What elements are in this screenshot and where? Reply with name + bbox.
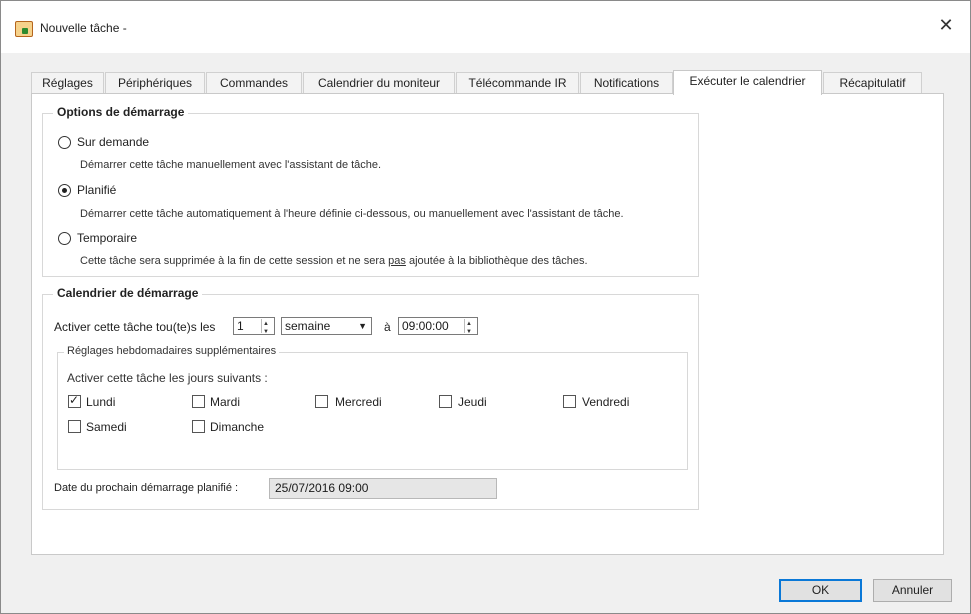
tab-commandes[interactable]: Commandes [206, 72, 302, 93]
schedule-title: Calendrier de démarrage [53, 286, 203, 300]
schedule-group: Calendrier de démarrage Activer cette tâ… [42, 286, 699, 510]
chevron-down-icon[interactable]: ▼ [358, 318, 367, 334]
title-bar: Nouvelle tâche - ✕ [1, 1, 970, 53]
interval-stepper[interactable]: 1 [233, 316, 275, 340]
temporary-desc-after: ajoutée à la bibliothèque des tâches. [405, 255, 588, 267]
window-title: Nouvelle tâche - [40, 21, 127, 35]
label-dimanche[interactable]: Dimanche [210, 420, 264, 434]
interval-spin-icon[interactable] [261, 316, 273, 340]
temporary-label[interactable]: Temporaire [77, 231, 137, 245]
on-demand-radio[interactable] [58, 136, 71, 149]
checkbox-vendredi[interactable] [563, 395, 576, 408]
temporary-desc-before: Cette tâche sera supprimée à la fin de c… [80, 255, 389, 267]
period-dropdown[interactable]: semaine ▼ [281, 317, 372, 335]
temporary-desc-emph: pas [388, 255, 406, 267]
next-start-value: 25/07/2016 09:00 [275, 481, 369, 495]
label-vendredi[interactable]: Vendredi [582, 395, 629, 409]
activate-label: Activer cette tâche tou(te)s les [54, 320, 216, 334]
checkbox-samedi[interactable] [68, 420, 81, 433]
label-samedi[interactable]: Samedi [86, 420, 127, 434]
dialog-window: Nouvelle tâche - ✕ Réglages Périphérique… [0, 0, 971, 614]
cancel-button[interactable]: Annuler [873, 579, 952, 602]
weekly-settings-title: Réglages hebdomadaires supplémentaires [64, 345, 280, 357]
label-mardi[interactable]: Mardi [210, 395, 240, 409]
tab-calendrier-moniteur[interactable]: Calendrier du moniteur [303, 72, 455, 93]
at-label: à [384, 320, 391, 334]
next-start-label: Date du prochain démarrage planifié : [54, 482, 239, 494]
tab-peripheriques[interactable]: Périphériques [105, 72, 205, 93]
ok-button[interactable]: OK [779, 579, 862, 602]
next-start-field: 25/07/2016 09:00 [269, 478, 497, 499]
tab-executer-calendrier[interactable]: Exécuter le calendrier [673, 70, 822, 95]
temporary-desc: Cette tâche sera supprimée à la fin de c… [80, 255, 588, 267]
tab-recapitulatif[interactable]: Récapitulatif [823, 72, 922, 93]
time-spin-icon[interactable] [464, 316, 476, 340]
label-jeudi[interactable]: Jeudi [458, 395, 487, 409]
scheduled-desc: Démarrer cette tâche automatiquement à l… [80, 208, 624, 220]
time-value: 09:00:00 [402, 319, 449, 333]
weekly-settings-group: Réglages hebdomadaires supplémentaires A… [57, 345, 688, 470]
app-icon [15, 21, 33, 37]
checkbox-dimanche[interactable] [192, 420, 205, 433]
tab-notifications[interactable]: Notifications [580, 72, 673, 93]
close-icon[interactable]: ✕ [936, 15, 956, 35]
on-demand-desc: Démarrer cette tâche manuellement avec l… [80, 159, 382, 171]
scheduled-radio[interactable] [58, 184, 71, 197]
checkbox-jeudi[interactable] [439, 395, 452, 408]
label-lundi[interactable]: Lundi [86, 395, 115, 409]
label-mercredi[interactable]: Mercredi [335, 395, 382, 409]
on-demand-label[interactable]: Sur demande [77, 135, 149, 149]
tab-panel: Options de démarrage Sur demande Démarre… [31, 93, 944, 555]
checkbox-lundi[interactable] [68, 393, 81, 408]
tab-telecommande-ir[interactable]: Télécommande IR [456, 72, 579, 93]
time-stepper[interactable]: 09:00:00 [398, 316, 478, 340]
startup-options-title: Options de démarrage [53, 105, 189, 119]
weekly-prompt: Activer cette tâche les jours suivants : [67, 371, 268, 385]
tab-reglages[interactable]: Réglages [31, 72, 104, 93]
checkbox-mardi[interactable] [192, 395, 205, 408]
period-value: semaine [285, 319, 331, 333]
scheduled-label[interactable]: Planifié [77, 183, 116, 197]
startup-options-group: Options de démarrage Sur demande Démarre… [42, 105, 699, 277]
interval-value: 1 [237, 319, 244, 333]
temporary-radio[interactable] [58, 232, 71, 245]
checkbox-mercredi[interactable] [315, 395, 328, 408]
